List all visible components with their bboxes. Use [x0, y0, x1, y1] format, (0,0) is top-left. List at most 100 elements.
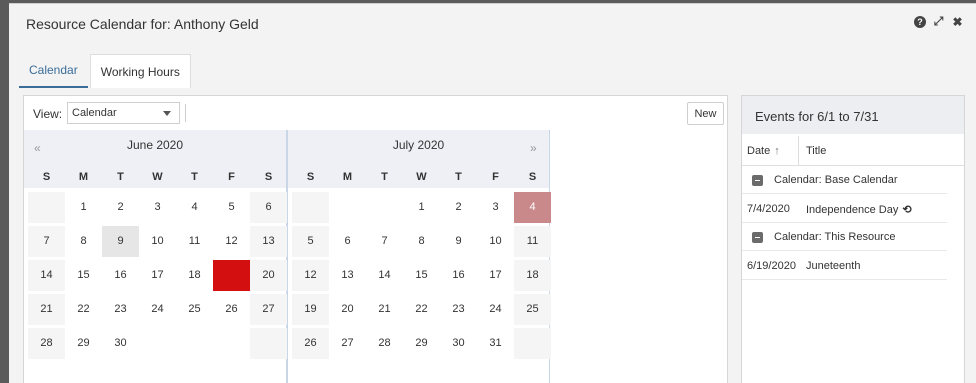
- toolbar-divider: [185, 104, 186, 122]
- day-cell[interactable]: 14: [366, 260, 403, 291]
- day-cell[interactable]: 13: [250, 226, 287, 257]
- day-cell[interactable]: 10: [139, 226, 176, 257]
- next-month-arrow[interactable]: »: [530, 141, 537, 155]
- day-cell[interactable]: 12: [292, 260, 329, 291]
- day-cell[interactable]: 1: [403, 192, 440, 223]
- sort-ascending-icon: ↑: [774, 145, 780, 157]
- weekday-header: W: [152, 171, 163, 183]
- event-row[interactable]: 6/19/2020 Juneteenth: [742, 252, 947, 280]
- tab-working-hours[interactable]: Working Hours: [89, 54, 191, 88]
- collapse-icon[interactable]: [752, 175, 763, 186]
- help-icon[interactable]: ?: [914, 15, 926, 28]
- day-cell[interactable]: 30: [440, 328, 477, 359]
- day-cell[interactable]: 17: [477, 260, 514, 291]
- day-cell[interactable]: 26: [292, 328, 329, 359]
- day-cell[interactable]: 7: [28, 226, 65, 257]
- empty-day-cell: [28, 192, 65, 223]
- weekday-header: T: [455, 171, 462, 183]
- weekday-header: T: [381, 171, 388, 183]
- day-cell[interactable]: 8: [403, 226, 440, 257]
- day-cell[interactable]: 20: [250, 260, 287, 291]
- day-cell[interactable]: 19: [292, 294, 329, 325]
- day-cell[interactable]: 11: [176, 226, 213, 257]
- day-cell[interactable]: 20: [329, 294, 366, 325]
- weekday-header: S: [528, 171, 537, 183]
- dialog-header: Resource Calendar for: Anthony Geld ? ⤢ …: [9, 4, 976, 44]
- day-cell[interactable]: 4: [514, 192, 551, 223]
- empty-day-cell: [139, 328, 176, 359]
- day-cell[interactable]: 13: [329, 260, 366, 291]
- day-cell[interactable]: 5: [213, 192, 250, 223]
- day-cell[interactable]: 31: [477, 328, 514, 359]
- calendar-panel: View: Calendar New « June 2020 SMTWTFS12…: [23, 95, 728, 383]
- day-cell[interactable]: 25: [514, 294, 551, 325]
- day-cell[interactable]: 9: [440, 226, 477, 257]
- event-group-base-calendar[interactable]: Calendar: Base Calendar: [742, 167, 947, 194]
- day-cell[interactable]: 3: [139, 192, 176, 223]
- day-cell[interactable]: 4: [176, 192, 213, 223]
- view-select[interactable]: Calendar: [67, 102, 180, 124]
- day-cell[interactable]: 6: [250, 192, 287, 223]
- day-cell[interactable]: 15: [65, 260, 102, 291]
- date-column-header[interactable]: Date ↑: [747, 145, 780, 157]
- day-cell[interactable]: 21: [366, 294, 403, 325]
- day-cell[interactable]: 5: [292, 226, 329, 257]
- event-group-this-resource[interactable]: Calendar: This Resource: [742, 224, 947, 251]
- chevron-down-icon: [163, 111, 171, 116]
- day-cell[interactable]: 14: [28, 260, 65, 291]
- view-select-value: Calendar: [72, 107, 117, 119]
- day-cell[interactable]: 6: [329, 226, 366, 257]
- day-cell[interactable]: 24: [139, 294, 176, 325]
- day-cell[interactable]: 11: [514, 226, 551, 257]
- day-cell[interactable]: 15: [403, 260, 440, 291]
- day-cell[interactable]: 22: [65, 294, 102, 325]
- events-panel: Events for 6/1 to 7/31 Date ↑ Title Calen…: [741, 95, 965, 383]
- resource-calendar-dialog: Resource Calendar for: Anthony Geld ? ⤢ …: [9, 3, 976, 383]
- day-cell[interactable]: 2: [440, 192, 477, 223]
- day-cell[interactable]: 7: [366, 226, 403, 257]
- date-column-label: Date: [747, 145, 771, 157]
- day-cell[interactable]: 3: [477, 192, 514, 223]
- title-column-header[interactable]: Title: [806, 145, 826, 157]
- day-cell[interactable]: 9: [102, 226, 139, 257]
- day-cell[interactable]: 16: [440, 260, 477, 291]
- view-label: View:: [33, 107, 63, 121]
- empty-day-cell: [292, 192, 329, 223]
- day-cell[interactable]: 28: [28, 328, 65, 359]
- day-cell[interactable]: 25: [176, 294, 213, 325]
- day-cell[interactable]: 22: [403, 294, 440, 325]
- day-cell[interactable]: 28: [366, 328, 403, 359]
- day-cell[interactable]: 24: [477, 294, 514, 325]
- day-cell[interactable]: 16: [102, 260, 139, 291]
- day-cell[interactable]: 17: [139, 260, 176, 291]
- day-cell[interactable]: 29: [65, 328, 102, 359]
- weekday-header: T: [191, 171, 198, 183]
- weekday-header: T: [117, 171, 124, 183]
- day-cell[interactable]: 18: [514, 260, 551, 291]
- day-cell[interactable]: 29: [403, 328, 440, 359]
- weekday-header: F: [228, 171, 235, 183]
- collapse-icon[interactable]: [752, 232, 763, 243]
- day-cell[interactable]: 19: [213, 260, 250, 291]
- event-row[interactable]: 7/4/2020 Independence Day ⟲: [742, 195, 947, 223]
- empty-day-cell: [176, 328, 213, 359]
- day-cell[interactable]: 18: [176, 260, 213, 291]
- day-cell[interactable]: 21: [28, 294, 65, 325]
- new-button[interactable]: New: [687, 102, 724, 125]
- expand-icon[interactable]: ⤢: [932, 14, 945, 28]
- day-cell[interactable]: 2: [102, 192, 139, 223]
- day-cell[interactable]: 27: [329, 328, 366, 359]
- tab-calendar[interactable]: Calendar: [19, 54, 88, 88]
- day-cell[interactable]: 27: [250, 294, 287, 325]
- day-cell[interactable]: 12: [213, 226, 250, 257]
- day-cell[interactable]: 23: [440, 294, 477, 325]
- day-cell[interactable]: 26: [213, 294, 250, 325]
- events-column-headers: Date ↑ Title: [742, 136, 964, 166]
- day-cell[interactable]: 30: [102, 328, 139, 359]
- day-cell[interactable]: 23: [102, 294, 139, 325]
- weekday-header: M: [78, 171, 89, 183]
- day-cell[interactable]: 8: [65, 226, 102, 257]
- day-cell[interactable]: 1: [65, 192, 102, 223]
- close-icon[interactable]: ✖: [951, 15, 964, 29]
- day-cell[interactable]: 10: [477, 226, 514, 257]
